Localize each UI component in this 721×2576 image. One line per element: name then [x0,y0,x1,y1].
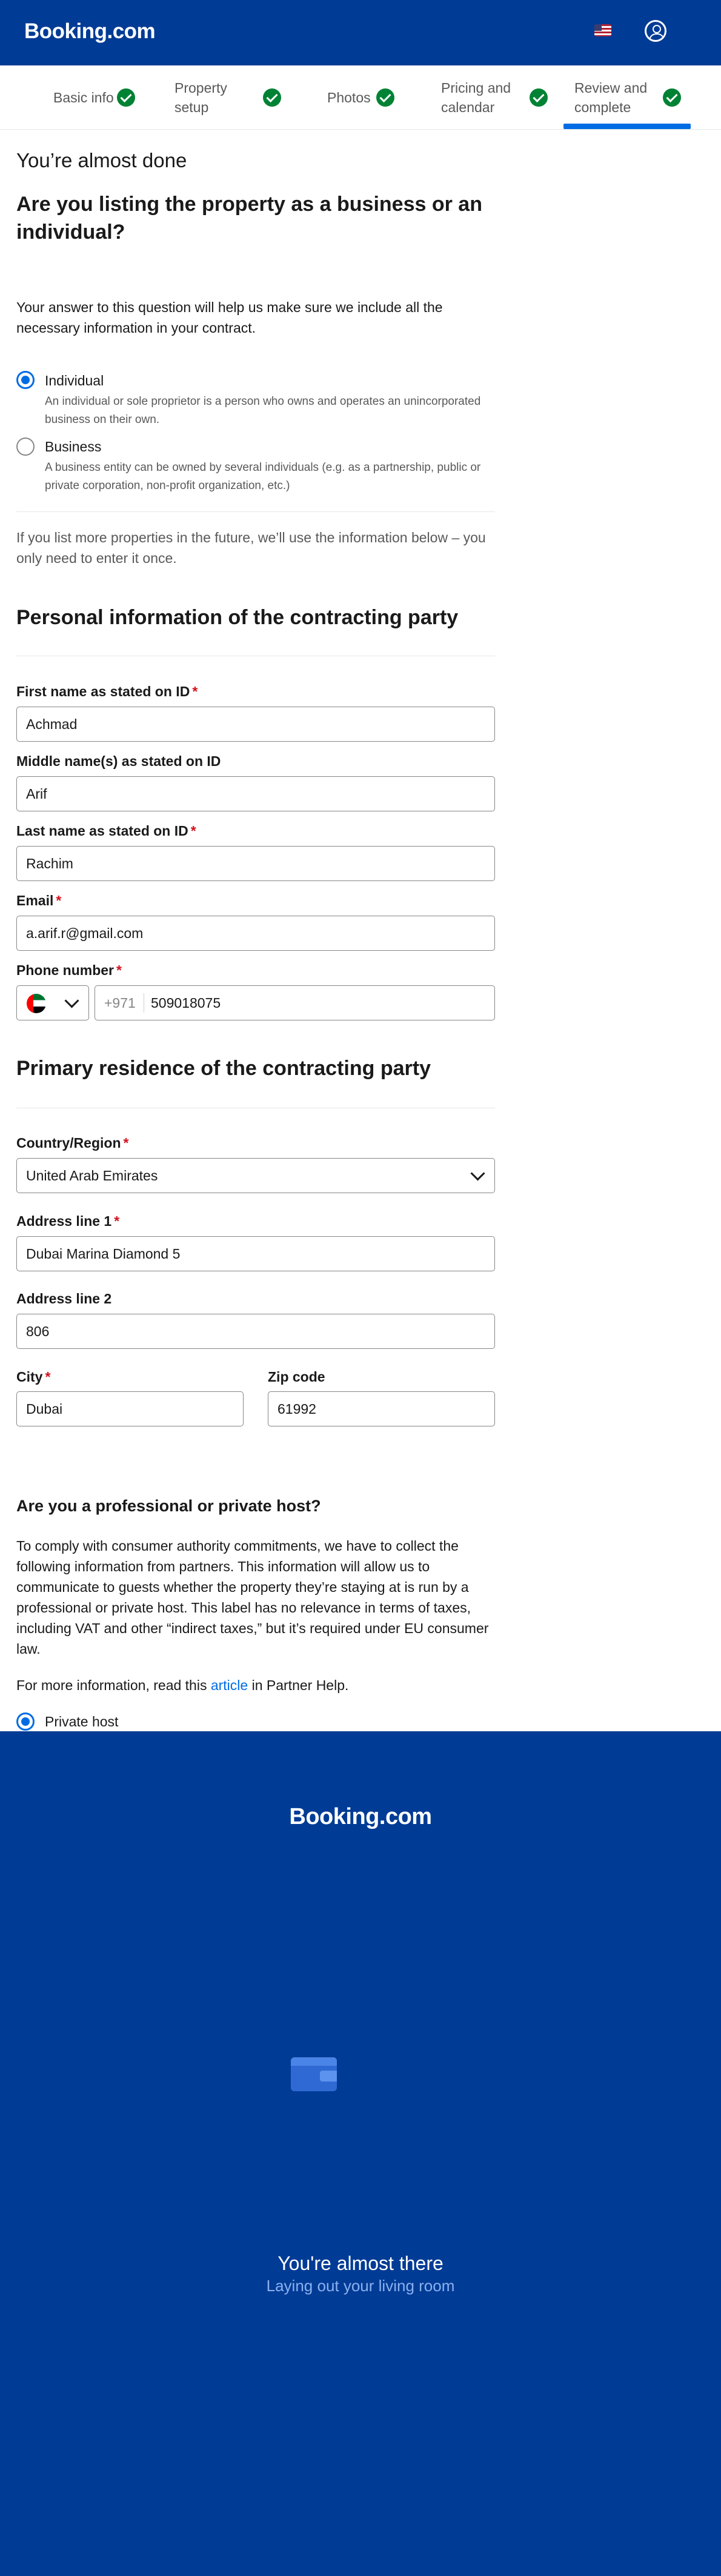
email-field[interactable]: a.arif.r@gmail.com [16,916,495,951]
business-help-text: Your answer to this question will help u… [16,299,443,336]
first-name-label: First name as stated on ID * [16,684,198,699]
article-link[interactable]: article [211,1677,248,1693]
host-explanation: To comply with consumer authority commit… [16,1538,489,1657]
step-label: setup [174,99,209,115]
host-type-heading: Are you a professional or private host? [16,1497,321,1515]
address-line1-field[interactable]: Dubai Marina Diamond 5 [16,1236,495,1271]
phone-country-code: +971 [104,995,136,1011]
overlay-subtitle: Laying out your living room [266,2277,455,2295]
email-value: a.arif.r@gmail.com [26,925,144,941]
country-value: United Arab Emirates [26,1168,158,1183]
wallet-icon [291,2057,337,2091]
chevron-down-icon [470,1166,485,1181]
city-label: City * [16,1369,51,1385]
individual-description: An individual or sole proprietor is a pe… [45,395,481,426]
future-note: If you list more properties in the futur… [16,530,486,566]
middle-name-label: Middle name(s) as stated on ID [16,753,221,769]
overlay-logo: Booking.com [289,1804,432,1829]
overlay-title: You're almost there [277,2252,444,2274]
city-field[interactable]: Dubai [16,1391,244,1426]
first-name-field[interactable]: Achmad [16,707,495,742]
step-label: Photos [327,90,371,105]
phone-label: Phone number * [16,962,122,978]
step-label: Property [174,80,227,96]
phone-number-value: 509018075 [151,995,221,1011]
phone-number-field[interactable]: +971 509018075 [95,985,495,1020]
address-line2-value: 806 [26,1323,50,1339]
us-flag-icon[interactable] [594,24,611,36]
address-line1-label: Address line 1 * [16,1213,120,1229]
step-label: calendar [441,99,495,115]
country-label: Country/Region * [16,1135,129,1151]
step-label: Review and [574,80,648,96]
email-label: Email * [16,893,62,908]
first-name-value: Achmad [26,716,78,732]
middle-name-field[interactable]: Arif [16,776,495,811]
step-basic-info[interactable]: Basic info [53,76,138,119]
step-review-complete[interactable]: Review and complete [574,76,683,119]
more-info-text: For more information, read this article … [16,1677,349,1693]
active-step-indicator [563,124,691,129]
phone-country-select[interactable] [16,985,89,1020]
loading-overlay: Booking.com You're almost there Laying o… [0,1731,721,2576]
address-line1-value: Dubai Marina Diamond 5 [26,1246,181,1262]
last-name-value: Rachim [26,856,73,871]
city-value: Dubai [26,1401,63,1417]
private-host-radio[interactable] [16,1712,35,1731]
check-icon [263,88,281,107]
step-photos[interactable]: Photos [327,76,400,119]
individual-label[interactable]: Individual [45,373,104,389]
private-host-label[interactable]: Private host [45,1714,118,1730]
country-select[interactable]: United Arab Emirates [16,1158,495,1193]
booking-logo[interactable]: Booking.com [24,19,156,44]
middle-name-value: Arif [26,786,47,802]
business-question-heading: Are you listing the property as a busine… [16,193,482,244]
step-pricing-calendar[interactable]: Pricing and calendar [441,76,550,119]
individual-radio[interactable] [16,371,35,389]
uae-flag-icon [27,994,46,1013]
chevron-down-icon [64,993,79,1008]
business-label[interactable]: Business [45,439,101,455]
zip-value: 61992 [277,1401,316,1417]
top-navigation-bar: Booking.com [0,0,721,65]
last-name-label: Last name as stated on ID * [16,823,196,839]
address-line2-label: Address line 2 [16,1291,112,1306]
step-label: Pricing and [441,80,511,96]
residence-heading: Primary residence of the contracting par… [16,1057,431,1080]
personal-info-heading: Personal information of the contracting … [16,606,459,629]
page-title: You’re almost done [16,149,187,171]
step-label: Basic info [53,90,114,105]
address-line2-field[interactable]: 806 [16,1314,495,1349]
check-icon [117,88,135,107]
progress-steps: Basic info Property setup Photos Pricing … [0,65,721,130]
zip-label: Zip code [268,1369,325,1385]
step-property-setup[interactable]: Property setup [174,76,284,119]
divider [16,511,495,512]
last-name-field[interactable]: Rachim [16,846,495,881]
zip-field[interactable]: 61992 [268,1391,495,1426]
check-icon [376,88,394,107]
business-description: A business entity can be owned by severa… [45,461,481,492]
check-icon [663,88,681,107]
step-label: complete [574,99,631,115]
check-icon [530,88,548,107]
business-radio[interactable] [16,438,35,456]
account-icon[interactable] [645,20,666,42]
